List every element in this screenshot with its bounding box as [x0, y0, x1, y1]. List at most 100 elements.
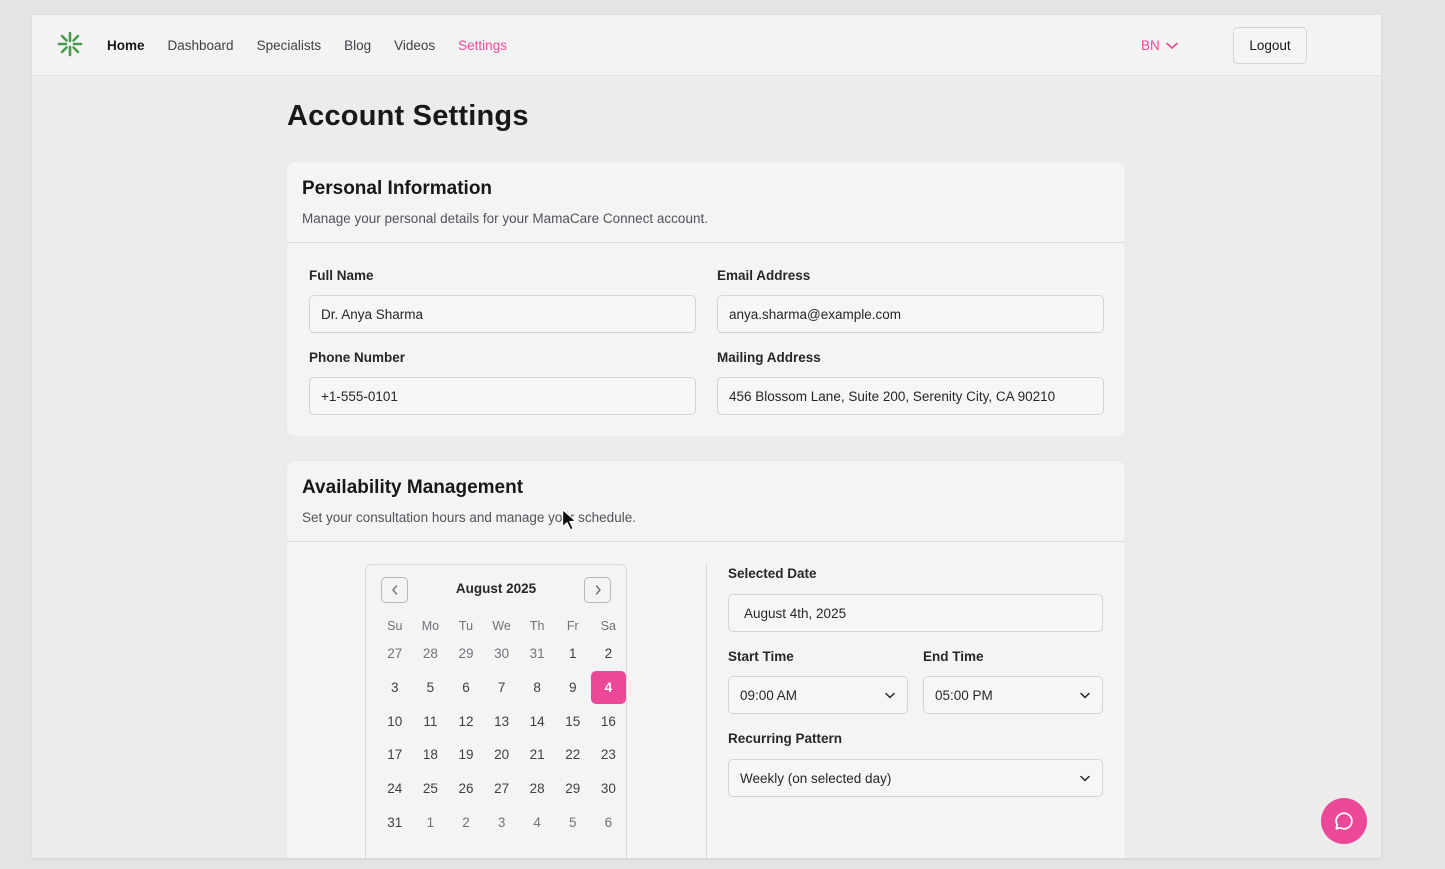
- calendar-day[interactable]: 23: [591, 738, 627, 772]
- phone-value: +1-555-0101: [321, 388, 398, 404]
- chat-bubble-icon: [1335, 812, 1353, 830]
- recurring-pattern-value: Weekly (on selected day): [740, 770, 892, 786]
- calendar-grid: Su Mo Tu We Th Fr Sa 27 28 29 30 31 1 2 3 5 6 7 8 9 4 10 11 12 1…: [377, 615, 627, 839]
- calendar-day[interactable]: 20: [484, 738, 520, 772]
- phone-label: Phone Number: [309, 350, 406, 365]
- availability-subtitle: Set your consultation hours and manage y…: [302, 510, 636, 525]
- chevron-down-icon: [1080, 692, 1090, 698]
- calendar-day[interactable]: 31: [377, 805, 413, 839]
- calendar-day[interactable]: 29: [555, 772, 591, 806]
- calendar-day[interactable]: 2: [591, 637, 627, 671]
- calendar-day[interactable]: 10: [377, 704, 413, 738]
- personal-info-subtitle: Manage your personal details for your Ma…: [302, 211, 708, 226]
- logo-icon[interactable]: [56, 30, 84, 58]
- calendar-day[interactable]: 28: [413, 637, 449, 671]
- calendar-day[interactable]: 27: [484, 772, 520, 806]
- calendar-day[interactable]: 30: [484, 637, 520, 671]
- calendar-day[interactable]: 19: [448, 738, 484, 772]
- calendar-day[interactable]: 8: [519, 671, 555, 705]
- availability-title: Availability Management: [302, 477, 524, 498]
- email-value: anya.sharma@example.com: [729, 306, 902, 322]
- personal-information-card: Personal Information Manage your persona…: [286, 161, 1126, 437]
- calendar-day[interactable]: 1: [413, 805, 449, 839]
- calendar-day[interactable]: 9: [555, 671, 591, 705]
- next-month-button[interactable]: [584, 577, 611, 603]
- calendar-day[interactable]: 24: [377, 772, 413, 806]
- calendar-day[interactable]: 29: [448, 637, 484, 671]
- nav-blog[interactable]: Blog: [344, 37, 371, 55]
- main-nav: Home Dashboard Specialists Blog Videos S…: [107, 37, 530, 55]
- nav-specialists[interactable]: Specialists: [257, 37, 322, 55]
- weekday-label: Su: [387, 619, 403, 633]
- calendar-day[interactable]: 14: [519, 704, 555, 738]
- email-label: Email Address: [717, 268, 811, 283]
- logout-button[interactable]: Logout: [1233, 27, 1307, 64]
- calendar-day[interactable]: 1: [555, 637, 591, 671]
- chat-button[interactable]: [1321, 798, 1367, 844]
- calendar-day[interactable]: 22: [555, 738, 591, 772]
- calendar-day[interactable]: 11: [413, 704, 449, 738]
- calendar-week-row: 3567894: [377, 670, 627, 705]
- calendar-day[interactable]: 31: [519, 637, 555, 671]
- calendar-day[interactable]: 3: [377, 671, 413, 705]
- selected-date-input[interactable]: August 4th, 2025: [728, 594, 1103, 632]
- chevron-down-icon: [1165, 42, 1178, 49]
- calendar-day[interactable]: 6: [591, 805, 627, 839]
- calendar-day[interactable]: 21: [519, 738, 555, 772]
- calendar-day[interactable]: 12: [448, 704, 484, 738]
- full-name-input[interactable]: Dr. Anya Sharma: [309, 295, 696, 333]
- recurring-pattern-select[interactable]: Weekly (on selected day): [728, 759, 1103, 797]
- availability-card: Availability Management Set your consult…: [286, 460, 1126, 858]
- calendar-weekday-row: Su Mo Tu We Th Fr Sa: [377, 615, 627, 637]
- calendar-day[interactable]: 3: [484, 805, 520, 839]
- phone-input[interactable]: +1-555-0101: [309, 377, 696, 415]
- chevron-right-icon: [595, 585, 601, 595]
- weekday-label: Th: [529, 619, 545, 633]
- end-time-select[interactable]: 05:00 PM: [923, 676, 1103, 714]
- calendar-day[interactable]: 5: [413, 671, 449, 705]
- calendar-day[interactable]: 25: [413, 772, 449, 806]
- calendar-day[interactable]: 30: [591, 772, 627, 806]
- nav-home[interactable]: Home: [107, 37, 145, 55]
- weekday-label: Mo: [421, 619, 440, 633]
- start-time-select[interactable]: 09:00 AM: [728, 676, 908, 714]
- calendar-day[interactable]: 26: [448, 772, 484, 806]
- calendar-day[interactable]: 15: [555, 704, 591, 738]
- calendar-day[interactable]: 2: [448, 805, 484, 839]
- selected-date-label: Selected Date: [728, 566, 817, 581]
- calendar-day-selected[interactable]: 4: [590, 670, 627, 705]
- calendar-day[interactable]: 18: [413, 738, 449, 772]
- calendar-day[interactable]: 27: [377, 637, 413, 671]
- nav-dashboard[interactable]: Dashboard: [168, 37, 234, 55]
- mailing-address-value: 456 Blossom Lane, Suite 200, Serenity Ci…: [729, 388, 1056, 404]
- full-name-value: Dr. Anya Sharma: [321, 306, 424, 322]
- calendar-day[interactable]: 4: [519, 805, 555, 839]
- recurring-pattern-label: Recurring Pattern: [728, 731, 843, 746]
- card-header: Availability Management Set your consult…: [287, 461, 1125, 542]
- calendar-day[interactable]: 5: [555, 805, 591, 839]
- full-name-label: Full Name: [309, 268, 374, 283]
- calendar-day[interactable]: 13: [484, 704, 520, 738]
- calendar-day[interactable]: 28: [519, 772, 555, 806]
- calendar-week-row: 17 18 19 20 21 22 23: [377, 738, 627, 772]
- app-window: Home Dashboard Specialists Blog Videos S…: [32, 15, 1381, 858]
- mailing-address-label: Mailing Address: [717, 350, 821, 365]
- calendar-day[interactable]: 17: [377, 738, 413, 772]
- calendar-week-row: 24 25 26 27 28 29 30: [377, 772, 627, 806]
- calendar-day[interactable]: 6: [448, 671, 484, 705]
- calendar-week-row: 10 11 12 13 14 15 16: [377, 704, 627, 738]
- chevron-down-icon: [885, 692, 895, 698]
- calendar-day[interactable]: 16: [591, 704, 627, 738]
- mailing-address-input[interactable]: 456 Blossom Lane, Suite 200, Serenity Ci…: [717, 377, 1104, 415]
- calendar-day[interactable]: 7: [484, 671, 520, 705]
- language-label: BN: [1141, 38, 1160, 53]
- weekday-label: Fr: [566, 619, 579, 633]
- nav-videos[interactable]: Videos: [394, 37, 435, 55]
- calendar-week-row: 31 1 2 3 4 5 6: [377, 805, 627, 839]
- language-selector[interactable]: BN: [1141, 37, 1178, 55]
- personal-info-title: Personal Information: [302, 178, 493, 199]
- calendar: August 2025 Su Mo Tu We Th Fr Sa 27 28 29 30 31 1 2 3 5…: [365, 564, 627, 858]
- start-time-value: 09:00 AM: [740, 687, 798, 703]
- email-input[interactable]: anya.sharma@example.com: [717, 295, 1104, 333]
- nav-settings[interactable]: Settings: [458, 37, 507, 55]
